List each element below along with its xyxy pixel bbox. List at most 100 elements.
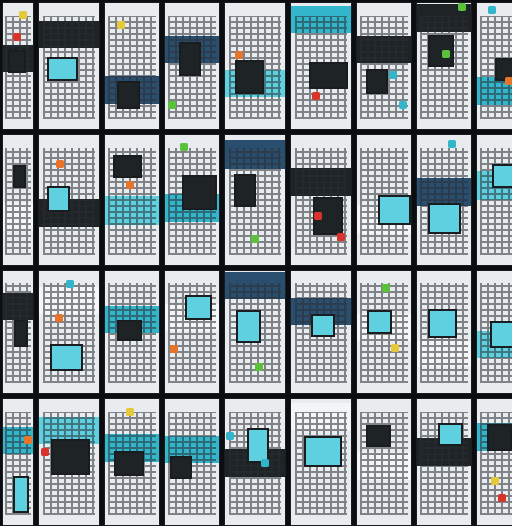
tile-accent-icon [382,284,390,292]
tile-accent-icon [448,140,456,148]
thumbnail-tile [476,2,512,130]
tile-accent-icon [13,33,21,41]
thumbnail-tile [476,398,512,526]
tile-window-panel [234,174,256,207]
tile-window-panel [490,321,512,348]
tile-window-panel [235,60,264,94]
thumbnail-tile [224,398,286,526]
tile-window-panel [13,476,30,513]
tile-window-panel [304,436,343,468]
thumbnail-tile [2,2,34,130]
thumbnail-tile [164,270,220,394]
tile-accent-icon [180,143,188,151]
thumbnail-tile [290,270,352,394]
tile-accent-icon [66,280,74,288]
tile-accent-icon [235,51,243,59]
tile-window-panel [179,42,201,76]
tile-window-panel [182,175,217,210]
thumbnail-tile [224,2,286,130]
tile-window-panel [47,186,70,212]
tile-window-panel [47,57,77,81]
tile-window-panel [8,50,26,73]
tile-accent-icon [498,494,506,502]
tile-accent-icon [226,432,234,440]
thumbnail-tile [164,2,220,130]
tile-window-panel [13,165,26,189]
tile-window-panel [247,428,269,464]
thumbnail-tile [224,134,286,266]
tile-accent-icon [41,448,49,456]
tile-accent-icon [491,477,499,485]
thumbnail-tile [104,134,160,266]
thumbnail-tile [38,2,100,130]
tile-window-panel [185,295,212,320]
tile-accent-icon [442,50,450,58]
tile-accent-icon [399,101,407,109]
tile-window-panel [311,314,334,338]
thumbnail-tile [104,2,160,130]
tile-accent-icon [117,21,125,29]
thumbnail-tile [290,2,352,130]
thumbnail-tile [164,134,220,266]
tile-window-panel [487,424,512,451]
tile-window-panel [236,310,262,343]
thumbnail-tile [290,398,352,526]
tile-accent-icon [337,233,345,241]
tile-window-panel [113,155,143,179]
tile-window-panel [428,203,461,234]
thumbnail-tile [416,134,472,266]
tile-accent-icon [55,314,63,322]
thumbnail-tile [476,134,512,266]
thumbnail-tile [2,270,34,394]
tile-window-panel [366,69,388,94]
thumbnail-tile [104,398,160,526]
tile-window-panel [492,164,512,189]
tile-window-panel [114,451,143,476]
thumbnail-tile [356,270,412,394]
tile-icon-grid [420,148,468,255]
tile-accent-icon [314,212,322,220]
ui-screenshot-mosaic [0,0,512,512]
thumbnail-tile [356,2,412,130]
tile-accent-icon [505,77,512,85]
thumbnail-tile [2,134,34,266]
tile-accent-icon [126,181,134,189]
tile-window-panel [428,35,454,68]
tile-window-panel [309,62,348,89]
tile-window-panel [14,320,27,347]
tile-accent-icon [170,345,178,353]
thumbnail-tile [416,398,472,526]
thumbnail-tile [476,270,512,394]
thumbnail-tile [2,398,34,526]
thumbnail-tile [38,270,100,394]
tile-window-panel [170,456,191,479]
tile-accent-icon [488,6,496,14]
tile-accent-icon [255,363,263,371]
tile-accent-icon [19,11,27,19]
tile-accent-icon [168,101,176,109]
thumbnail-tile [416,270,472,394]
thumbnail-tile [38,398,100,526]
tile-accent-icon [24,436,32,444]
thumbnail-tile [356,398,412,526]
tile-window-panel [117,320,142,341]
tile-window-panel [428,309,457,339]
thumbnail-tile [164,398,220,526]
tile-accent-icon [391,344,399,352]
thumbnail-tile [224,270,286,394]
tile-window-panel [51,439,90,475]
tile-accent-icon [261,459,269,467]
thumbnail-tile [290,134,352,266]
tile-accent-icon [56,160,64,168]
thumbnail-tile [416,2,472,130]
thumbnail-tile [38,134,100,266]
tile-window-panel [438,423,464,446]
tile-window-panel [50,344,82,371]
tile-accent-icon [312,92,320,100]
tile-window-panel [378,195,411,225]
thumbnail-tile [356,134,412,266]
tile-window-panel [367,310,392,334]
tile-accent-icon [251,235,259,243]
tile-accent-icon [458,3,466,11]
tile-accent-icon [389,71,397,79]
